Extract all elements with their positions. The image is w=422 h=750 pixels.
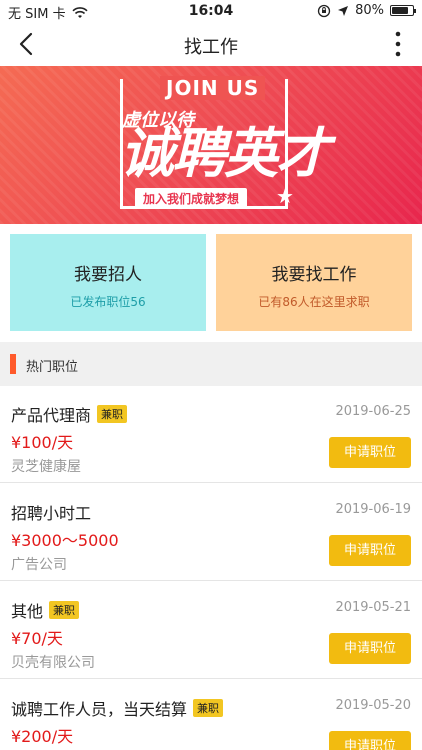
job-title-row: 诚聘工作人员，当天结算 兼职 [11, 696, 224, 720]
job-company: 灵芝健康屋 [11, 459, 81, 475]
job-list-item[interactable]: 其他 兼职 2019-05-21 ¥70/天 贝壳有限公司 申请职位 [0, 582, 422, 679]
battery-fill [392, 7, 408, 14]
job-date: 2019-06-25 [335, 404, 411, 419]
apply-button[interactable]: 申请职位 [329, 437, 411, 468]
job-salary: ¥100/天 [11, 433, 74, 452]
status-right: 80% [317, 3, 416, 18]
job-title-row: 其他 兼职 [11, 598, 80, 622]
job-salary: ¥3000～5000 [11, 531, 119, 550]
recruitment-banner[interactable]: JOIN US 虚位以待 诚聘英才 ★ 加入我们成就梦想 [0, 66, 422, 224]
job-title-row: 产品代理商 兼职 [11, 402, 128, 426]
job-title: 诚聘工作人员，当天结算 [11, 700, 188, 719]
banner-headline: 诚聘英才 [120, 122, 330, 185]
apply-button[interactable]: 申请职位 [329, 633, 411, 664]
job-title-row: 招聘小时工 [11, 500, 91, 524]
nav-bar: 找工作 [0, 22, 422, 66]
section-title: 热门职位 [26, 360, 79, 375]
entry-cards: 我要招人 已发布职位56 我要找工作 已有86人在这里求职 [10, 234, 412, 331]
banner-join-us: JOIN US [160, 76, 266, 100]
star-icon: ★ [276, 184, 294, 208]
find-job-card[interactable]: 我要找工作 已有86人在这里求职 [216, 234, 412, 331]
hot-jobs-header: 热门职位 [0, 342, 422, 386]
job-list-item[interactable]: 诚聘工作人员，当天结算 兼职 2019-05-20 ¥200/天 摆朝 申请职位 [0, 680, 422, 750]
battery-icon [390, 5, 416, 16]
part-time-badge: 兼职 [49, 601, 80, 619]
location-icon [338, 5, 349, 16]
job-company: 贝壳有限公司 [11, 655, 95, 671]
page-title: 找工作 [184, 37, 238, 58]
banner-slogan: 加入我们成就梦想 [135, 188, 248, 209]
apply-button[interactable]: 申请职位 [329, 535, 411, 566]
job-salary: ¥200/天 [11, 727, 74, 746]
part-time-badge: 兼职 [193, 699, 224, 717]
job-title: 其他 [11, 602, 44, 621]
section-accent-bar [10, 354, 16, 374]
job-title: 产品代理商 [11, 406, 92, 425]
job-list-item[interactable]: 招聘小时工 2019-06-19 ¥3000～5000 广告公司 申请职位 [0, 484, 422, 581]
recruit-card[interactable]: 我要招人 已发布职位56 [10, 234, 206, 331]
more-vertical-icon[interactable] [388, 28, 408, 60]
status-bar: 无 SIM 卡 16:04 80% [0, 0, 422, 22]
part-time-badge: 兼职 [97, 405, 128, 423]
job-salary: ¥70/天 [11, 629, 63, 648]
job-title: 招聘小时工 [11, 504, 92, 523]
job-list-item[interactable]: 产品代理商 兼职 2019-06-25 ¥100/天 灵芝健康屋 申请职位 [0, 386, 422, 483]
job-date: 2019-06-19 [335, 502, 411, 517]
find-job-card-subtitle: 已有86人在这里求职 [258, 295, 370, 309]
recruit-card-subtitle: 已发布职位56 [70, 295, 146, 309]
apply-button[interactable]: 申请职位 [329, 731, 411, 750]
orientation-lock-icon [317, 4, 331, 17]
job-date: 2019-05-21 [335, 600, 411, 615]
recruit-card-title: 我要招人 [74, 265, 142, 285]
job-company: 广告公司 [11, 557, 67, 573]
battery-percent: 80% [355, 3, 384, 18]
find-job-card-title: 我要找工作 [271, 265, 357, 285]
job-date: 2019-05-20 [335, 698, 411, 713]
